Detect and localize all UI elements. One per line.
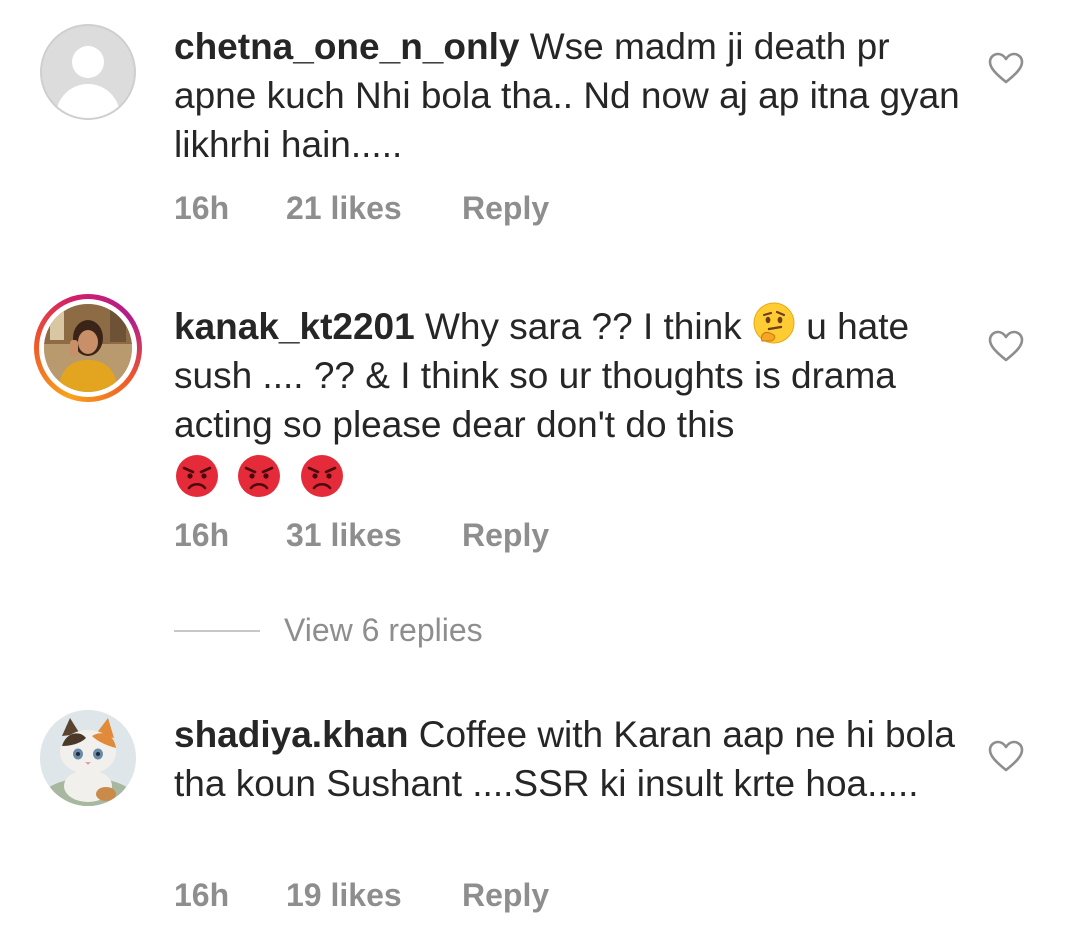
reply-button[interactable]: Reply xyxy=(462,877,549,914)
comment-likes[interactable]: 31 likes xyxy=(286,517,462,554)
avatar[interactable] xyxy=(40,710,136,806)
angry-face-icon xyxy=(300,455,343,497)
comment-text: shadiya.khan Coffee with Karan aap ne hi… xyxy=(174,710,964,808)
view-replies-button[interactable]: View 6 replies xyxy=(174,612,483,652)
reply-button[interactable]: Reply xyxy=(462,190,549,227)
comment-likes[interactable]: 21 likes xyxy=(286,190,462,227)
comment-username[interactable]: chetna_one_n_only xyxy=(174,26,519,67)
comment-body: Why sara ?? I think xyxy=(414,306,752,347)
default-avatar-icon[interactable] xyxy=(40,24,136,120)
comment-meta: 16h 31 likes Reply xyxy=(174,517,549,554)
comment-meta: 16h 19 likes Reply xyxy=(174,877,549,914)
comment-time: 16h xyxy=(174,877,230,913)
comment-username[interactable]: kanak_kt2201 xyxy=(174,306,415,347)
comment-time: 16h xyxy=(174,190,230,226)
heart-icon[interactable] xyxy=(988,740,1024,772)
thinking-face-icon xyxy=(753,302,795,344)
heart-icon[interactable] xyxy=(988,52,1024,84)
comment-meta: 16h 21 likes Reply xyxy=(174,190,549,227)
comment-text: kanak_kt2201 Why sara ?? I think u hate … xyxy=(174,301,964,505)
comment-username[interactable]: shadiya.khan xyxy=(174,714,408,755)
view-replies-label: View 6 replies xyxy=(284,612,483,648)
comment-time: 16h xyxy=(174,517,230,553)
angry-face-icon xyxy=(176,455,218,497)
angry-face-icon xyxy=(238,455,281,497)
comment-likes[interactable]: 19 likes xyxy=(286,877,462,914)
comment-text: chetna_one_n_only Wse madm ji death pr a… xyxy=(174,22,964,169)
reply-button[interactable]: Reply xyxy=(462,517,549,554)
angry-emoji-row xyxy=(174,453,345,505)
avatar xyxy=(44,304,132,392)
heart-icon[interactable] xyxy=(988,330,1024,362)
story-ring[interactable] xyxy=(34,294,142,402)
divider xyxy=(174,629,260,632)
